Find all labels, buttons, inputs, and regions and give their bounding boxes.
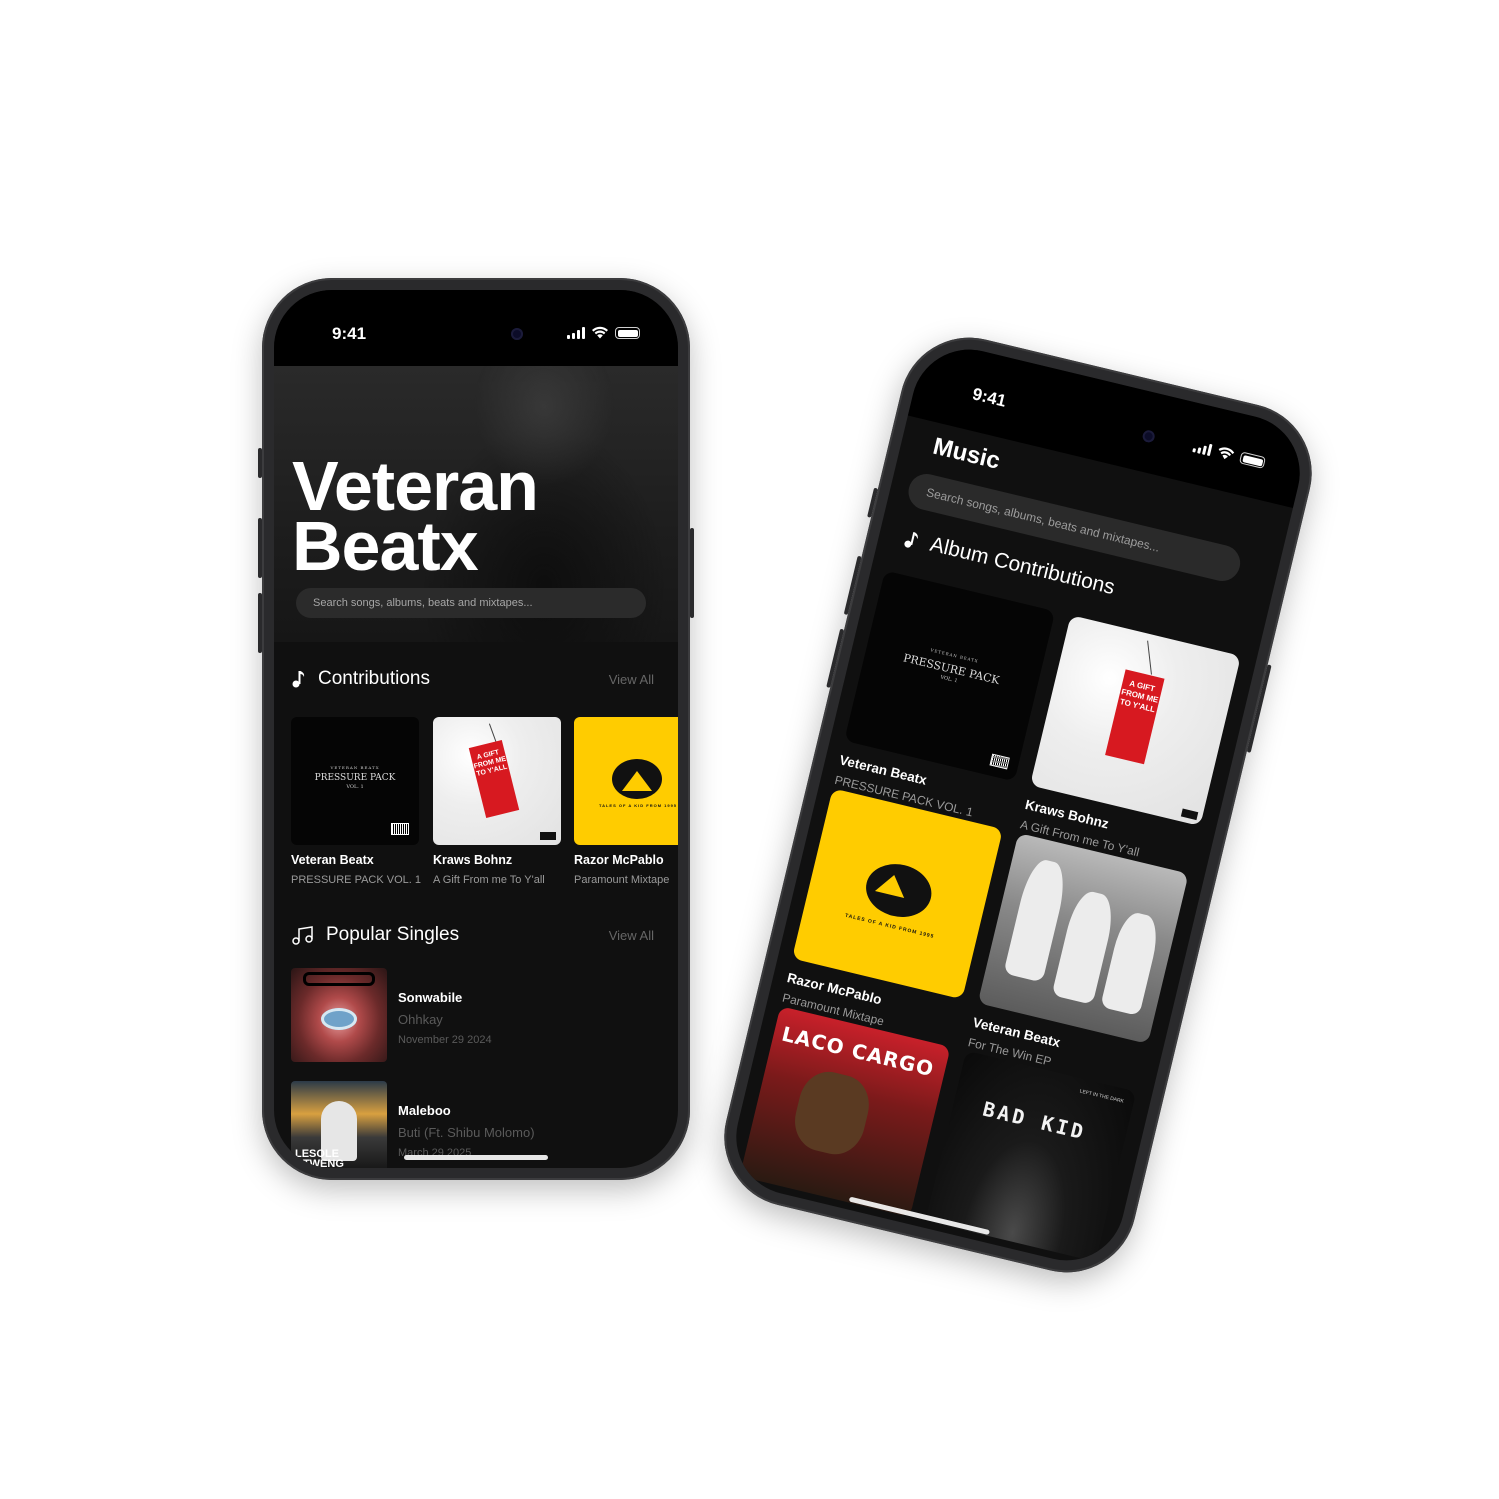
album-cover: LEFT IN THE DARK BAD KID bbox=[925, 1050, 1137, 1262]
music-screen: 9:41 Music Search songs, albums, beats a… bbox=[724, 337, 1312, 1273]
album-artist: Razor McPablo bbox=[574, 853, 664, 867]
album-cover: LACO CARGO bbox=[739, 1006, 951, 1218]
album-cover: A GIFT FROM ME TO Y'ALL bbox=[433, 717, 561, 845]
wifi-icon bbox=[1218, 447, 1235, 460]
album-card[interactable]: LACO CARGO bbox=[739, 1006, 951, 1218]
album-card[interactable]: TALES OF A KID FROM 1995 Razor McPablo P… bbox=[781, 788, 1003, 1045]
album-card[interactable]: A GIFT FROM ME TO Y'ALL Kraws Bohnz A Gi… bbox=[1019, 615, 1241, 872]
single-row[interactable]: Sonwabile Ohhkay November 29 2024 bbox=[291, 968, 651, 1064]
album-cover: TALES OF A KID FROM 1995 bbox=[791, 788, 1003, 1000]
album-title: A Gift From me To Y'all bbox=[433, 874, 545, 886]
music-note-icon bbox=[904, 532, 918, 548]
album-card[interactable]: Veteran Beatx For The Win EP bbox=[967, 832, 1189, 1090]
album-cover: TALES OF A KID FROM 1995 bbox=[574, 717, 678, 845]
status-bar: 9:41 bbox=[907, 337, 1312, 508]
parental-advisory-icon bbox=[1180, 808, 1199, 821]
mountain-logo-icon bbox=[860, 857, 937, 924]
album-card[interactable]: LEFT IN THE DARK BAD KID bbox=[925, 1050, 1137, 1262]
mountain-logo-icon bbox=[612, 759, 662, 799]
album-card[interactable]: VETERAN BEATX PRESSURE PACK VOL. 1 Veter… bbox=[291, 717, 422, 886]
album-card[interactable]: A GIFT FROM ME TO Y'ALL Kraws Bohnz A Gi… bbox=[433, 717, 561, 886]
home-indicator[interactable] bbox=[404, 1155, 548, 1160]
status-time: 9:41 bbox=[332, 324, 367, 343]
single-title: Sonwabile bbox=[398, 990, 463, 1005]
artist-name: Veteran Beatx bbox=[292, 447, 539, 585]
phone-frame-music: 9:41 Music Search songs, albums, beats a… bbox=[709, 323, 1327, 1287]
artist-hero: Veteran Beatx Search songs, albums, beat… bbox=[274, 366, 678, 642]
parental-advisory-icon bbox=[540, 832, 556, 840]
album-title: Paramount Mixtape bbox=[574, 874, 670, 886]
album-card[interactable]: VETERAN BEATX PRESSURE PACK VOL. 1 Veter… bbox=[833, 570, 1056, 827]
signal-icon bbox=[1192, 440, 1213, 457]
album-cover: VETERAN BEATX PRESSURE PACK VOL. 1 bbox=[844, 570, 1056, 782]
popular-view-all-link[interactable]: View All bbox=[609, 928, 654, 943]
phone-frame-home: 9:41 Veteran Beatx Search songs, albums,… bbox=[258, 278, 694, 1180]
dynamic-island bbox=[1043, 394, 1175, 459]
popular-singles-heading: Popular Singles bbox=[292, 924, 459, 946]
contributions-view-all-link[interactable]: View All bbox=[609, 672, 654, 687]
single-title: Maleboo bbox=[398, 1103, 451, 1118]
album-title: PRESSURE PACK VOL. 1 bbox=[291, 874, 422, 886]
signal-icon bbox=[567, 327, 585, 339]
album-cover bbox=[977, 832, 1189, 1044]
album-artist: Kraws Bohnz bbox=[433, 853, 513, 867]
double-music-note-icon bbox=[292, 926, 313, 945]
single-artist: Buti (Ft. Shibu Molomo) bbox=[398, 1125, 535, 1140]
single-date: November 29 2024 bbox=[398, 1034, 492, 1046]
album-card[interactable]: TALES OF A KID FROM 1995 Razor McPablo P… bbox=[574, 717, 678, 886]
battery-icon bbox=[1238, 451, 1267, 469]
album-artist: Veteran Beatx bbox=[291, 853, 374, 867]
album-cover: A GIFT FROM ME TO Y'ALL bbox=[1029, 615, 1241, 827]
contributions-heading: Contributions bbox=[292, 668, 430, 690]
barcode-icon bbox=[391, 823, 409, 835]
wifi-icon bbox=[592, 326, 608, 339]
page-title: Music bbox=[930, 432, 1003, 475]
camera-icon bbox=[1141, 429, 1156, 444]
dynamic-island bbox=[413, 316, 539, 352]
status-time: 9:41 bbox=[970, 384, 1009, 411]
camera-icon bbox=[511, 328, 523, 340]
status-bar: 9:41 bbox=[274, 290, 678, 366]
single-cover: LESOLE NTWENG bbox=[291, 1081, 387, 1168]
home-screen: 9:41 Veteran Beatx Search songs, albums,… bbox=[274, 290, 678, 1168]
battery-icon bbox=[615, 327, 640, 339]
single-cover bbox=[291, 968, 387, 1062]
music-note-icon bbox=[292, 671, 305, 688]
barcode-icon bbox=[989, 753, 1010, 770]
search-input[interactable]: Search songs, albums, beats and mixtapes… bbox=[296, 588, 646, 618]
single-artist: Ohhkay bbox=[398, 1012, 443, 1027]
album-cover: VETERAN BEATX PRESSURE PACK VOL. 1 bbox=[291, 717, 419, 845]
